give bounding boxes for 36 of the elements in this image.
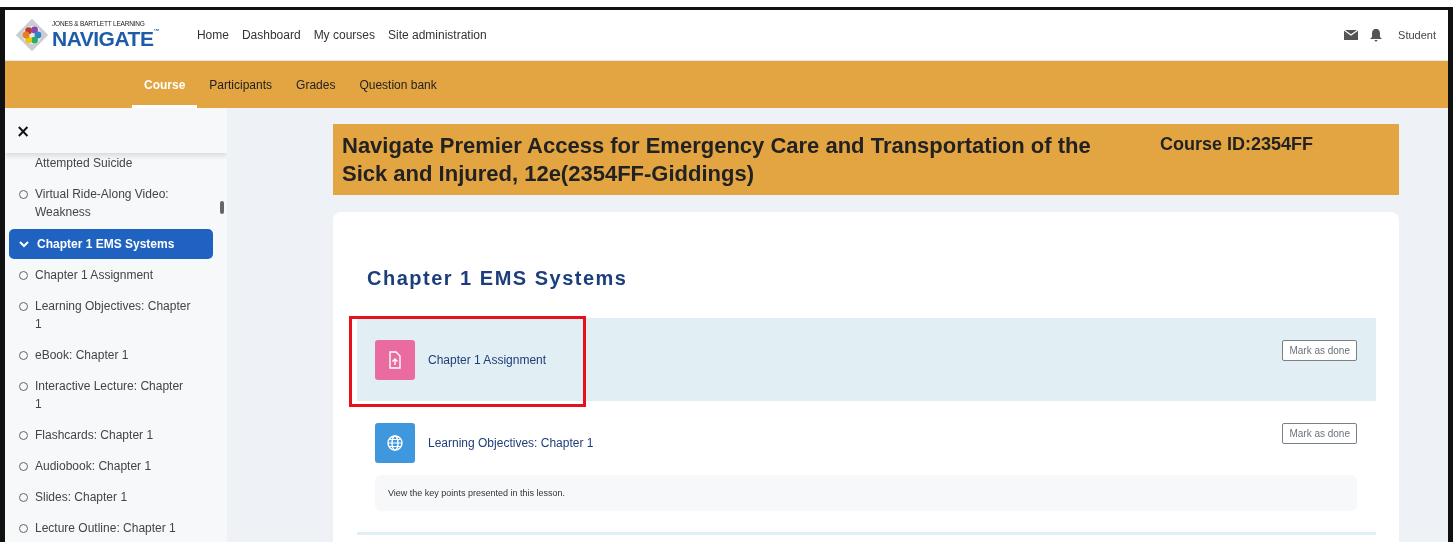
- course-id: Course ID:2354FF: [1159, 133, 1313, 156]
- globe-icon: [375, 423, 415, 463]
- nav-link[interactable]: Dashboard: [241, 28, 301, 42]
- activity-link[interactable]: Chapter 1 Assignment: [428, 353, 547, 367]
- bell-icon[interactable]: [1370, 28, 1383, 42]
- sidebar-item[interactable]: Virtual Ride-Along Video: Weakness: [35, 185, 191, 221]
- activity-description: View the key points presented in this lesson.: [375, 475, 1357, 511]
- scrollbar-thumb[interactable]: [220, 201, 224, 214]
- logo-icon: [15, 18, 49, 52]
- sidebar-item[interactable]: Interactive Lecture: Chapter 1: [35, 377, 191, 413]
- sidebar-item[interactable]: Flashcards: Chapter 1: [35, 426, 191, 444]
- sidebar-item[interactable]: eBook: Chapter 1: [35, 346, 191, 364]
- sidebar-item[interactable]: Attempted Suicide: [35, 154, 191, 172]
- sidebar-item[interactable]: Audiobook: Chapter 1: [35, 457, 191, 475]
- brand-name: NAVIGATE$^{™}$: [52, 27, 159, 49]
- activity-link[interactable]: Learning Objectives: Chapter 1: [428, 436, 594, 450]
- chevron-icon: [19, 239, 29, 249]
- mark-as-done-button[interactable]: Mark as done: [1282, 340, 1357, 361]
- nav-link[interactable]: Site administration: [388, 28, 487, 42]
- nav-link[interactable]: Home: [196, 28, 229, 42]
- mail-icon[interactable]: [1344, 30, 1359, 40]
- sidebar-item[interactable]: Lecture Outline: Chapter 1: [35, 519, 191, 537]
- nav-link[interactable]: My courses: [313, 28, 375, 42]
- sidebar-item[interactable]: Learning Objectives: Chapter 1: [35, 297, 191, 333]
- file-upload-icon: [375, 340, 415, 380]
- sidebar-section[interactable]: Chapter 1 EMS Systems: [9, 229, 213, 259]
- close-button[interactable]: ×: [12, 120, 35, 141]
- sidebar-item[interactable]: Chapter 1 Assignment: [35, 266, 191, 284]
- course-tab[interactable]: Participants: [197, 64, 285, 108]
- user-menu[interactable]: Student: [1398, 29, 1436, 41]
- course-tab[interactable]: Grades: [284, 64, 348, 108]
- sidebar-item[interactable]: Slides: Chapter 1: [35, 488, 191, 506]
- mark-as-done-button[interactable]: Mark as done: [1282, 423, 1357, 444]
- course-tab[interactable]: Question bank: [347, 64, 449, 108]
- section-title: Chapter 1 EMS Systems: [367, 267, 629, 290]
- course-title: Navigate Premier Access for Emergency Care and Transportation of the Sick and Injured, 12e(2354FF-Giddings): [342, 132, 1092, 188]
